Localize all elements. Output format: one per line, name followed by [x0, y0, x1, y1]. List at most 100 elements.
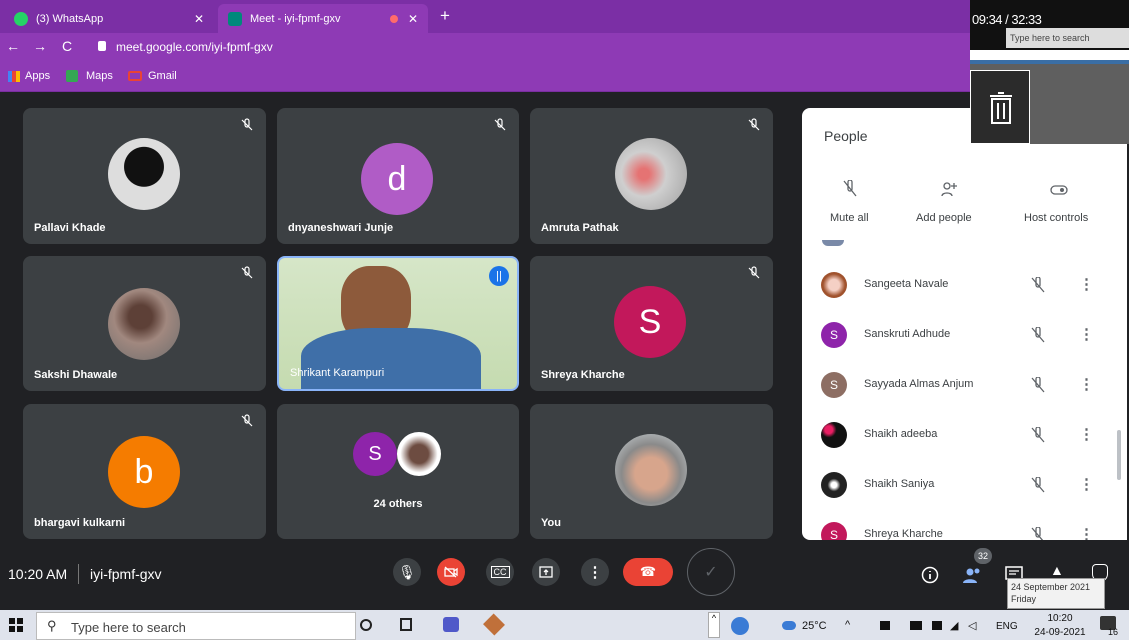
meeting-code: iyi-fpmf-gxv: [90, 566, 162, 582]
mic-off-icon: [241, 414, 253, 427]
back-icon[interactable]: ←: [6, 38, 20, 54]
participant-tile[interactable]: b bhargavi kulkarni: [23, 404, 266, 539]
reload-icon[interactable]: C: [62, 38, 72, 54]
mini-search-placeholder: Type here to search: [1010, 33, 1090, 43]
avatar: [615, 138, 687, 210]
participant-name: Sayyada Almas Anjum: [864, 378, 974, 390]
hang-up-icon: ☎: [639, 564, 657, 579]
clock-date[interactable]: 24-09-2021: [1030, 627, 1090, 638]
participant-tile[interactable]: Sakshi Dhawale: [23, 256, 266, 391]
tab-meet[interactable]: Meet - iyi-fpmf-gxv ✕: [218, 4, 428, 33]
mute-all-button[interactable]: Mute all: [830, 212, 869, 224]
new-tab-icon[interactable]: +: [440, 6, 450, 26]
more-options-icon[interactable]: ⋮: [1079, 425, 1094, 443]
network-icon[interactable]: [880, 621, 890, 630]
weather-temp[interactable]: 25°C: [802, 620, 827, 632]
volume-icon[interactable]: ◁: [968, 619, 976, 632]
participant-tile[interactable]: d dnyaneshwari Junje: [277, 108, 519, 244]
bookmark-apps[interactable]: Apps: [25, 70, 50, 82]
close-tab-icon[interactable]: ✕: [194, 12, 204, 26]
avatar: S: [821, 322, 847, 348]
mic-off-icon[interactable]: [1030, 327, 1046, 343]
avatar-initial: S: [829, 378, 838, 392]
captions-button[interactable]: CC: [486, 558, 514, 586]
self-tile[interactable]: You: [530, 404, 773, 539]
forward-icon[interactable]: →: [33, 38, 47, 54]
host-controls-button[interactable]: Host controls: [1024, 212, 1088, 224]
list-item[interactable]: Shaikh adeeba ⋮: [802, 410, 1127, 460]
people-panel: People Mute all Add people Host controls…: [802, 108, 1127, 540]
people-icon[interactable]: [962, 566, 984, 584]
panel-scrollbar[interactable]: [1117, 430, 1121, 480]
others-count: 24 others: [373, 498, 423, 510]
check-button[interactable]: ✓: [687, 548, 735, 596]
avatar: [821, 272, 847, 298]
others-tile[interactable]: S 24 others: [277, 404, 519, 539]
task-view-icon[interactable]: [400, 618, 412, 631]
more-vert-icon: ⋮: [587, 564, 603, 581]
speaking-indicator-icon: ||: [489, 266, 509, 286]
list-item[interactable]: S Shreya Kharche ⋮: [802, 510, 1127, 540]
participant-tile[interactable]: S Shreya Kharche: [530, 256, 773, 391]
participant-name: Pallavi Khade: [34, 222, 106, 234]
bookmark-maps[interactable]: Maps: [86, 70, 113, 82]
add-people-button[interactable]: Add people: [916, 212, 972, 224]
more-options-icon[interactable]: ⋮: [1079, 325, 1094, 343]
mic-off-icon[interactable]: [1030, 477, 1046, 493]
whatsapp-icon: [14, 11, 28, 26]
more-options-icon[interactable]: ⋮: [1079, 275, 1094, 293]
avatar-initial: S: [638, 302, 662, 341]
camera-off-button[interactable]: [437, 558, 465, 586]
recording-dot-icon: [390, 14, 398, 23]
onedrive-icon[interactable]: [932, 621, 942, 630]
cortana-icon[interactable]: [360, 619, 372, 631]
list-item[interactable]: Shaikh Saniya ⋮: [802, 460, 1127, 510]
mic-off-icon: [241, 266, 253, 279]
recycle-bin-tile[interactable]: [970, 70, 1030, 144]
list-item[interactable]: S Sayyada Almas Anjum ⋮: [802, 360, 1127, 410]
mic-off-icon[interactable]: [1030, 527, 1046, 540]
taskbar-search-box[interactable]: ⚲ Type here to search: [36, 612, 356, 640]
list-item[interactable]: Sangeeta Navale ⋮: [802, 260, 1127, 310]
more-options-icon[interactable]: ⋮: [1079, 475, 1094, 493]
url-text[interactable]: meet.google.com/iyi-fpmf-gxv: [116, 40, 273, 54]
more-options-icon[interactable]: ⋮: [1079, 525, 1094, 540]
present-button[interactable]: [532, 558, 560, 586]
battery-icon[interactable]: [910, 621, 922, 630]
mic-button[interactable]: 🎙: [393, 558, 421, 586]
participant-name: Sangeeta Navale: [864, 278, 949, 290]
trash-icon: [990, 92, 1012, 124]
participant-tile[interactable]: Amruta Pathak: [530, 108, 773, 244]
participant-name: Shaikh Saniya: [864, 478, 935, 490]
more-options-icon[interactable]: ⋮: [1079, 375, 1094, 393]
more-options-button[interactable]: ⋮: [581, 558, 609, 586]
list-item[interactable]: S Sanskruti Adhude ⋮: [802, 310, 1127, 360]
mic-off-icon[interactable]: [1030, 377, 1046, 393]
show-hidden-icons[interactable]: ^: [708, 612, 720, 638]
meeting-details-icon[interactable]: [921, 566, 939, 584]
windows-start-icon[interactable]: [9, 618, 23, 632]
language-indicator[interactable]: ENG: [996, 621, 1018, 632]
tab-whatsapp[interactable]: (3) WhatsApp ✕: [4, 4, 214, 33]
bookmark-gmail[interactable]: Gmail: [148, 70, 177, 82]
tray-chevron-icon[interactable]: ^: [845, 619, 850, 631]
active-speaker-tile[interactable]: || Shrikant Karampuri: [277, 256, 519, 391]
clock-time[interactable]: 10:20: [1030, 613, 1090, 624]
browser-taskbar-icon[interactable]: [731, 617, 749, 635]
leave-call-button[interactable]: ☎: [623, 558, 673, 586]
activities-icon[interactable]: ▲: [1050, 562, 1064, 578]
mic-off-icon: [748, 118, 760, 131]
mic-off-icon[interactable]: [1030, 277, 1046, 293]
participant-name: Amruta Pathak: [541, 222, 619, 234]
teams-icon[interactable]: [443, 617, 459, 632]
wifi-icon[interactable]: ◢: [950, 619, 958, 632]
participant-name: bhargavi kulkarni: [34, 517, 126, 529]
mic-off-icon[interactable]: [1030, 427, 1046, 443]
tab-title: Meet - iyi-fpmf-gxv: [250, 12, 341, 25]
avatar: [615, 434, 687, 506]
participant-tile[interactable]: Pallavi Khade: [23, 108, 266, 244]
close-tab-icon[interactable]: ✕: [408, 12, 418, 26]
meet-icon: [228, 11, 242, 26]
apps-grid-icon: [8, 71, 20, 82]
weather-icon: [782, 621, 796, 630]
